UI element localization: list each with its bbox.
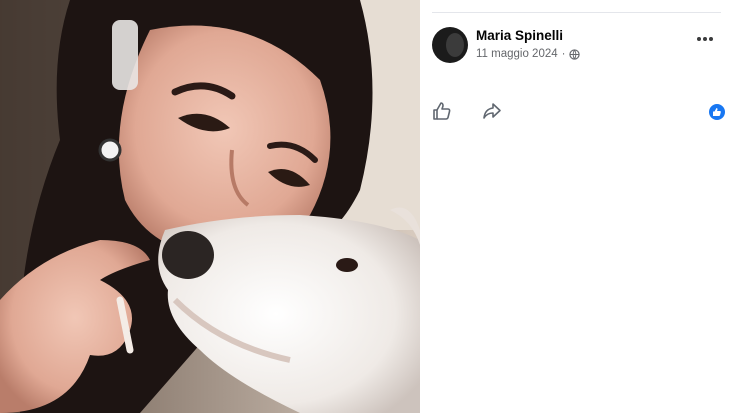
post-meta: 11 maggio 2024 · bbox=[476, 48, 581, 60]
thumbs-up-icon[interactable] bbox=[432, 101, 452, 121]
post-actions bbox=[432, 101, 502, 121]
avatar[interactable] bbox=[432, 27, 468, 63]
author-name[interactable]: Maria Spinelli bbox=[476, 28, 563, 43]
globe-icon bbox=[569, 48, 581, 60]
like-reaction-badge-icon[interactable] bbox=[709, 104, 725, 120]
photo-illustration bbox=[0, 0, 420, 413]
more-options-icon[interactable] bbox=[695, 34, 715, 44]
post-panel: Maria Spinelli 11 maggio 2024 · bbox=[420, 0, 735, 413]
divider bbox=[432, 12, 721, 13]
post-date[interactable]: 11 maggio 2024 bbox=[476, 48, 558, 60]
share-arrow-icon[interactable] bbox=[482, 101, 502, 121]
post-photo[interactable] bbox=[0, 0, 420, 413]
meta-separator: · bbox=[561, 48, 566, 60]
